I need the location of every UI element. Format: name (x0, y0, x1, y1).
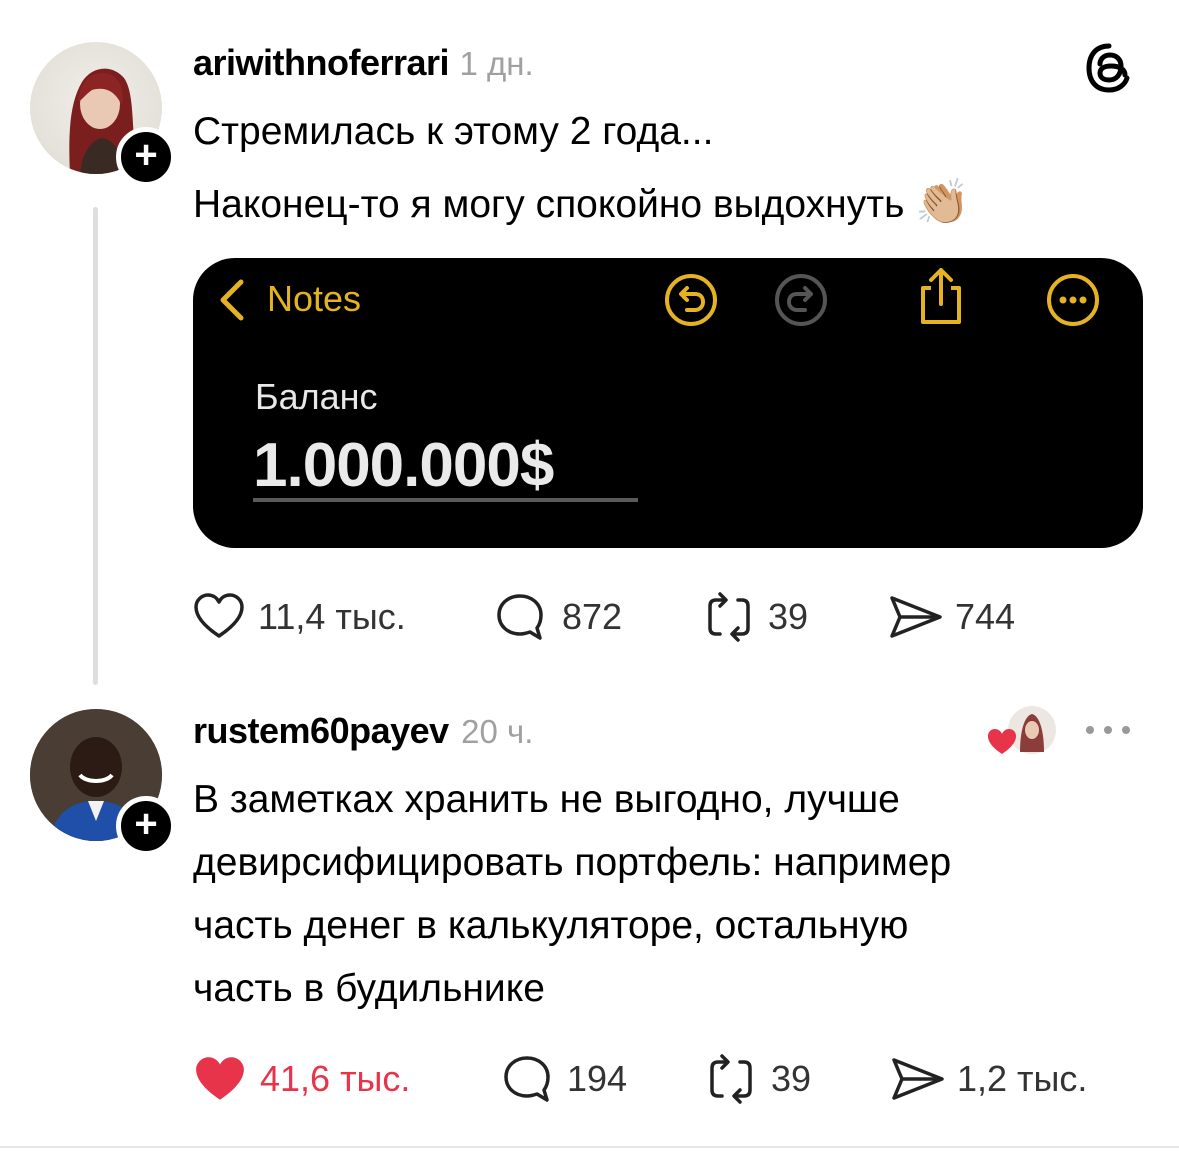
liked-by-author-icon (988, 706, 1056, 754)
share-icon (913, 264, 969, 333)
thread-connector-line (93, 207, 98, 685)
bottom-divider (0, 1146, 1179, 1148)
post-timestamp: 1 дн. (459, 45, 534, 82)
reply-username[interactable]: rustem60payev (193, 710, 449, 751)
liked-by-author-indicator (986, 704, 1058, 765)
follow-author-button[interactable]: + (116, 127, 176, 187)
reply-repost-button[interactable] (706, 1054, 756, 1109)
undo-icon (663, 272, 719, 333)
like-count: 11,4 тыс. (258, 596, 406, 637)
reply-reply-count: 194 (567, 1058, 628, 1099)
note-value-underline (253, 498, 638, 502)
clapping-emoji: 👏🏼 (915, 178, 971, 227)
reply-text-line-1: В заметках хранить не выгодно, лучше (193, 778, 900, 821)
comment-icon (497, 594, 543, 640)
reply-repost-count: 39 (771, 1058, 812, 1099)
reply-header: rustem60payev 20 ч. (193, 710, 533, 752)
more-options-circle-icon (1045, 272, 1101, 333)
attached-notes-image[interactable]: Notes Баланс 1.000.000$ (193, 258, 1143, 548)
reply-text-line-4: часть в будильнике (193, 967, 545, 1010)
reply-text-line-2: девирсифицировать портфель: например (193, 841, 952, 884)
reply-share-button[interactable] (890, 1054, 946, 1109)
reply-like-button[interactable] (193, 1054, 247, 1109)
like-button[interactable] (193, 592, 245, 645)
repost-icon (710, 1054, 752, 1104)
reply-text-line-3: часть денег в калькуляторе, остальную (193, 904, 909, 947)
share-button[interactable] (888, 592, 944, 647)
heart-outline-icon (194, 593, 244, 638)
share-count: 744 (955, 596, 1016, 637)
notes-back-label: Notes (267, 278, 362, 319)
post-text-line-2: Наконец-то я могу спокойно выдохнуть 👏🏼 (193, 171, 970, 236)
threads-icon[interactable] (1083, 42, 1135, 99)
send-icon (890, 596, 942, 638)
note-title: Баланс (255, 376, 378, 417)
notes-back-chevron-icon (213, 276, 249, 329)
reply-reply-button[interactable] (502, 1054, 552, 1109)
repost-button[interactable] (704, 592, 754, 647)
reply-count: 872 (562, 596, 623, 637)
redo-icon (773, 272, 829, 333)
heart-filled-icon (196, 1057, 244, 1100)
post-text-line-1: Стремилась к этому 2 года... (193, 110, 714, 153)
follow-reply-author-button[interactable]: + (116, 796, 176, 856)
post-header: ariwithnoferrari 1 дн. (193, 42, 534, 84)
repost-icon (708, 592, 750, 642)
post-username[interactable]: ariwithnoferrari (193, 42, 450, 83)
note-balance-value: 1.000.000$ (253, 431, 554, 500)
repost-count: 39 (768, 596, 809, 637)
reply-timestamp: 20 ч. (461, 713, 534, 750)
reply-button[interactable] (495, 592, 545, 647)
reply-like-count: 41,6 тыс. (260, 1058, 411, 1099)
comment-icon (504, 1056, 550, 1102)
more-options-icon[interactable] (1084, 718, 1132, 747)
post-text-line-2-content: Наконец-то я могу спокойно выдохнуть (193, 183, 905, 226)
send-icon (892, 1058, 944, 1100)
reply-share-count: 1,2 тыс. (957, 1058, 1088, 1099)
